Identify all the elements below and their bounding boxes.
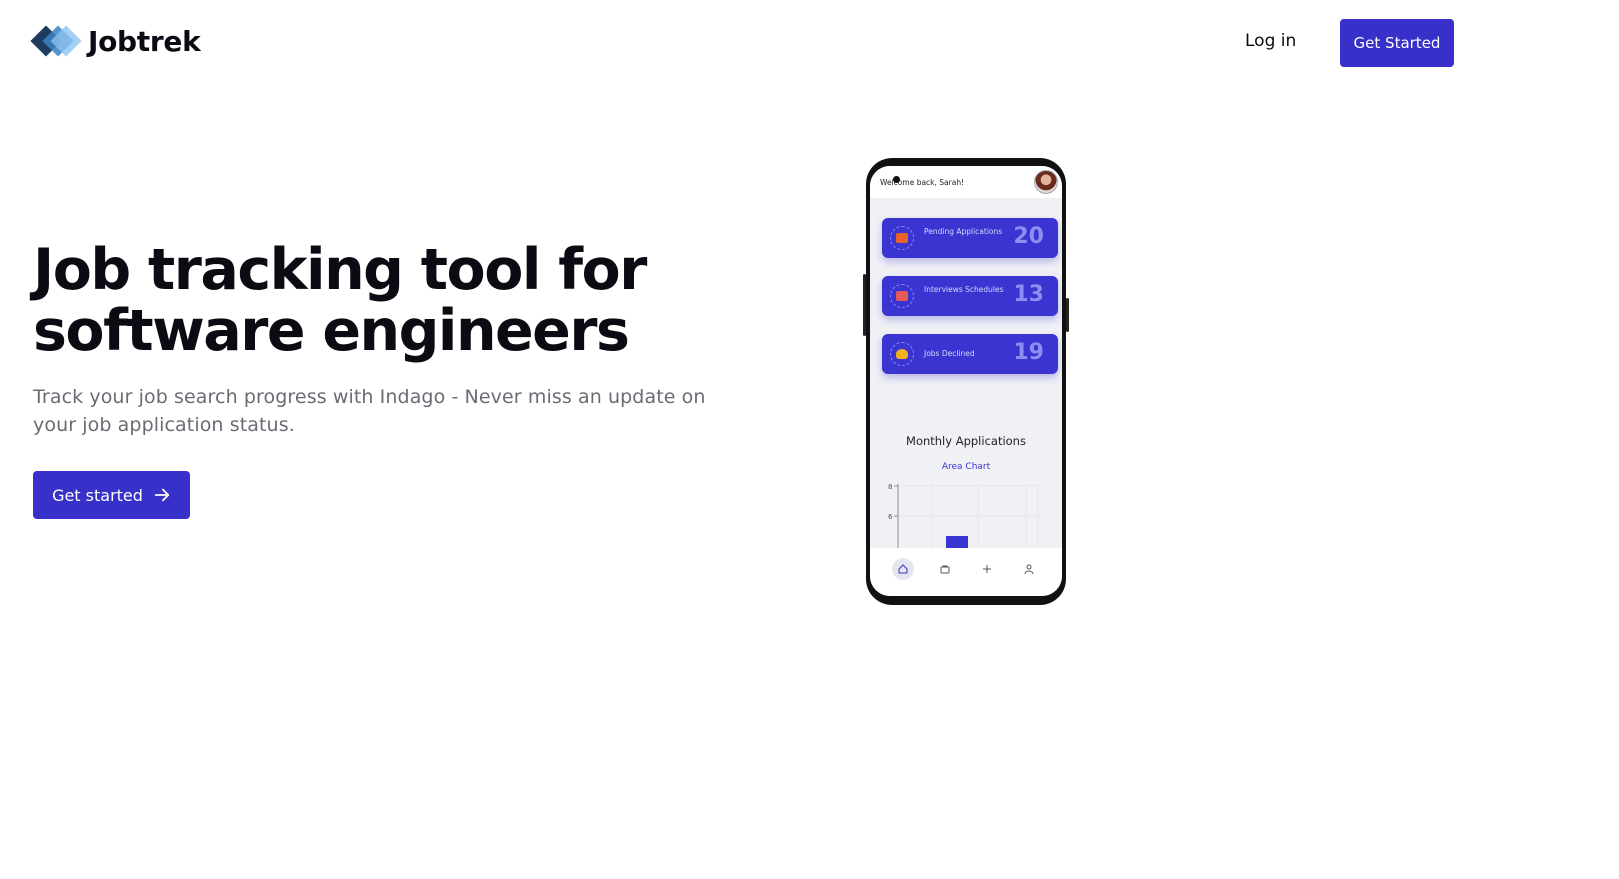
stat-label: Interviews Schedules [924,285,1004,294]
chart-title: Monthly Applications [906,434,1026,448]
tick-label: 6 [888,513,893,521]
hand-icon [890,342,914,366]
stat-card-pending: Pending Applications 20 [882,218,1058,258]
chart-bar [946,536,968,548]
stat-label: Jobs Declined [924,349,975,358]
stat-value: 20 [1013,224,1044,249]
hero-title: Job tracking tool for software engineers [33,237,647,364]
tick-label: 8 [888,484,892,491]
stat-value: 13 [1013,282,1044,307]
logo-icon [30,24,82,58]
chart-toggle: Area Chart [941,462,991,472]
hero-get-started-button[interactable]: Get started [33,471,190,519]
brand-name: Jobtrek [88,24,201,58]
login-link[interactable]: Log in [1245,31,1296,51]
phone-screen: Welcome back, Sarah! Pending Application… [870,166,1062,596]
cta-label: Get started [52,485,143,505]
stat-label: Pending Applications [924,227,1003,236]
mini-chart: 8 6 [888,484,1040,548]
brand-logo[interactable]: Jobtrek [30,24,201,58]
plus-icon[interactable] [976,558,998,580]
get-started-button[interactable]: Get Started [1340,19,1454,67]
briefcase-icon [890,226,914,250]
calendar-icon [890,284,914,308]
stat-card-declined: Jobs Declined 19 [882,334,1058,374]
user-icon[interactable] [1018,558,1040,580]
phone-mockup: Welcome back, Sarah! Pending Application… [863,158,1069,605]
stat-card-interviews: Interviews Schedules 13 [882,276,1058,316]
app-header: Welcome back, Sarah! [870,166,1062,198]
avatar [1034,170,1058,194]
arrow-right-icon [154,488,170,502]
bottom-nav [870,548,1062,596]
stat-value: 19 [1013,340,1044,365]
home-icon[interactable] [892,558,914,580]
camera-dot [893,176,900,183]
briefcase-icon[interactable] [934,558,956,580]
hero-subtitle: Track your job search progress with Inda… [33,386,706,436]
